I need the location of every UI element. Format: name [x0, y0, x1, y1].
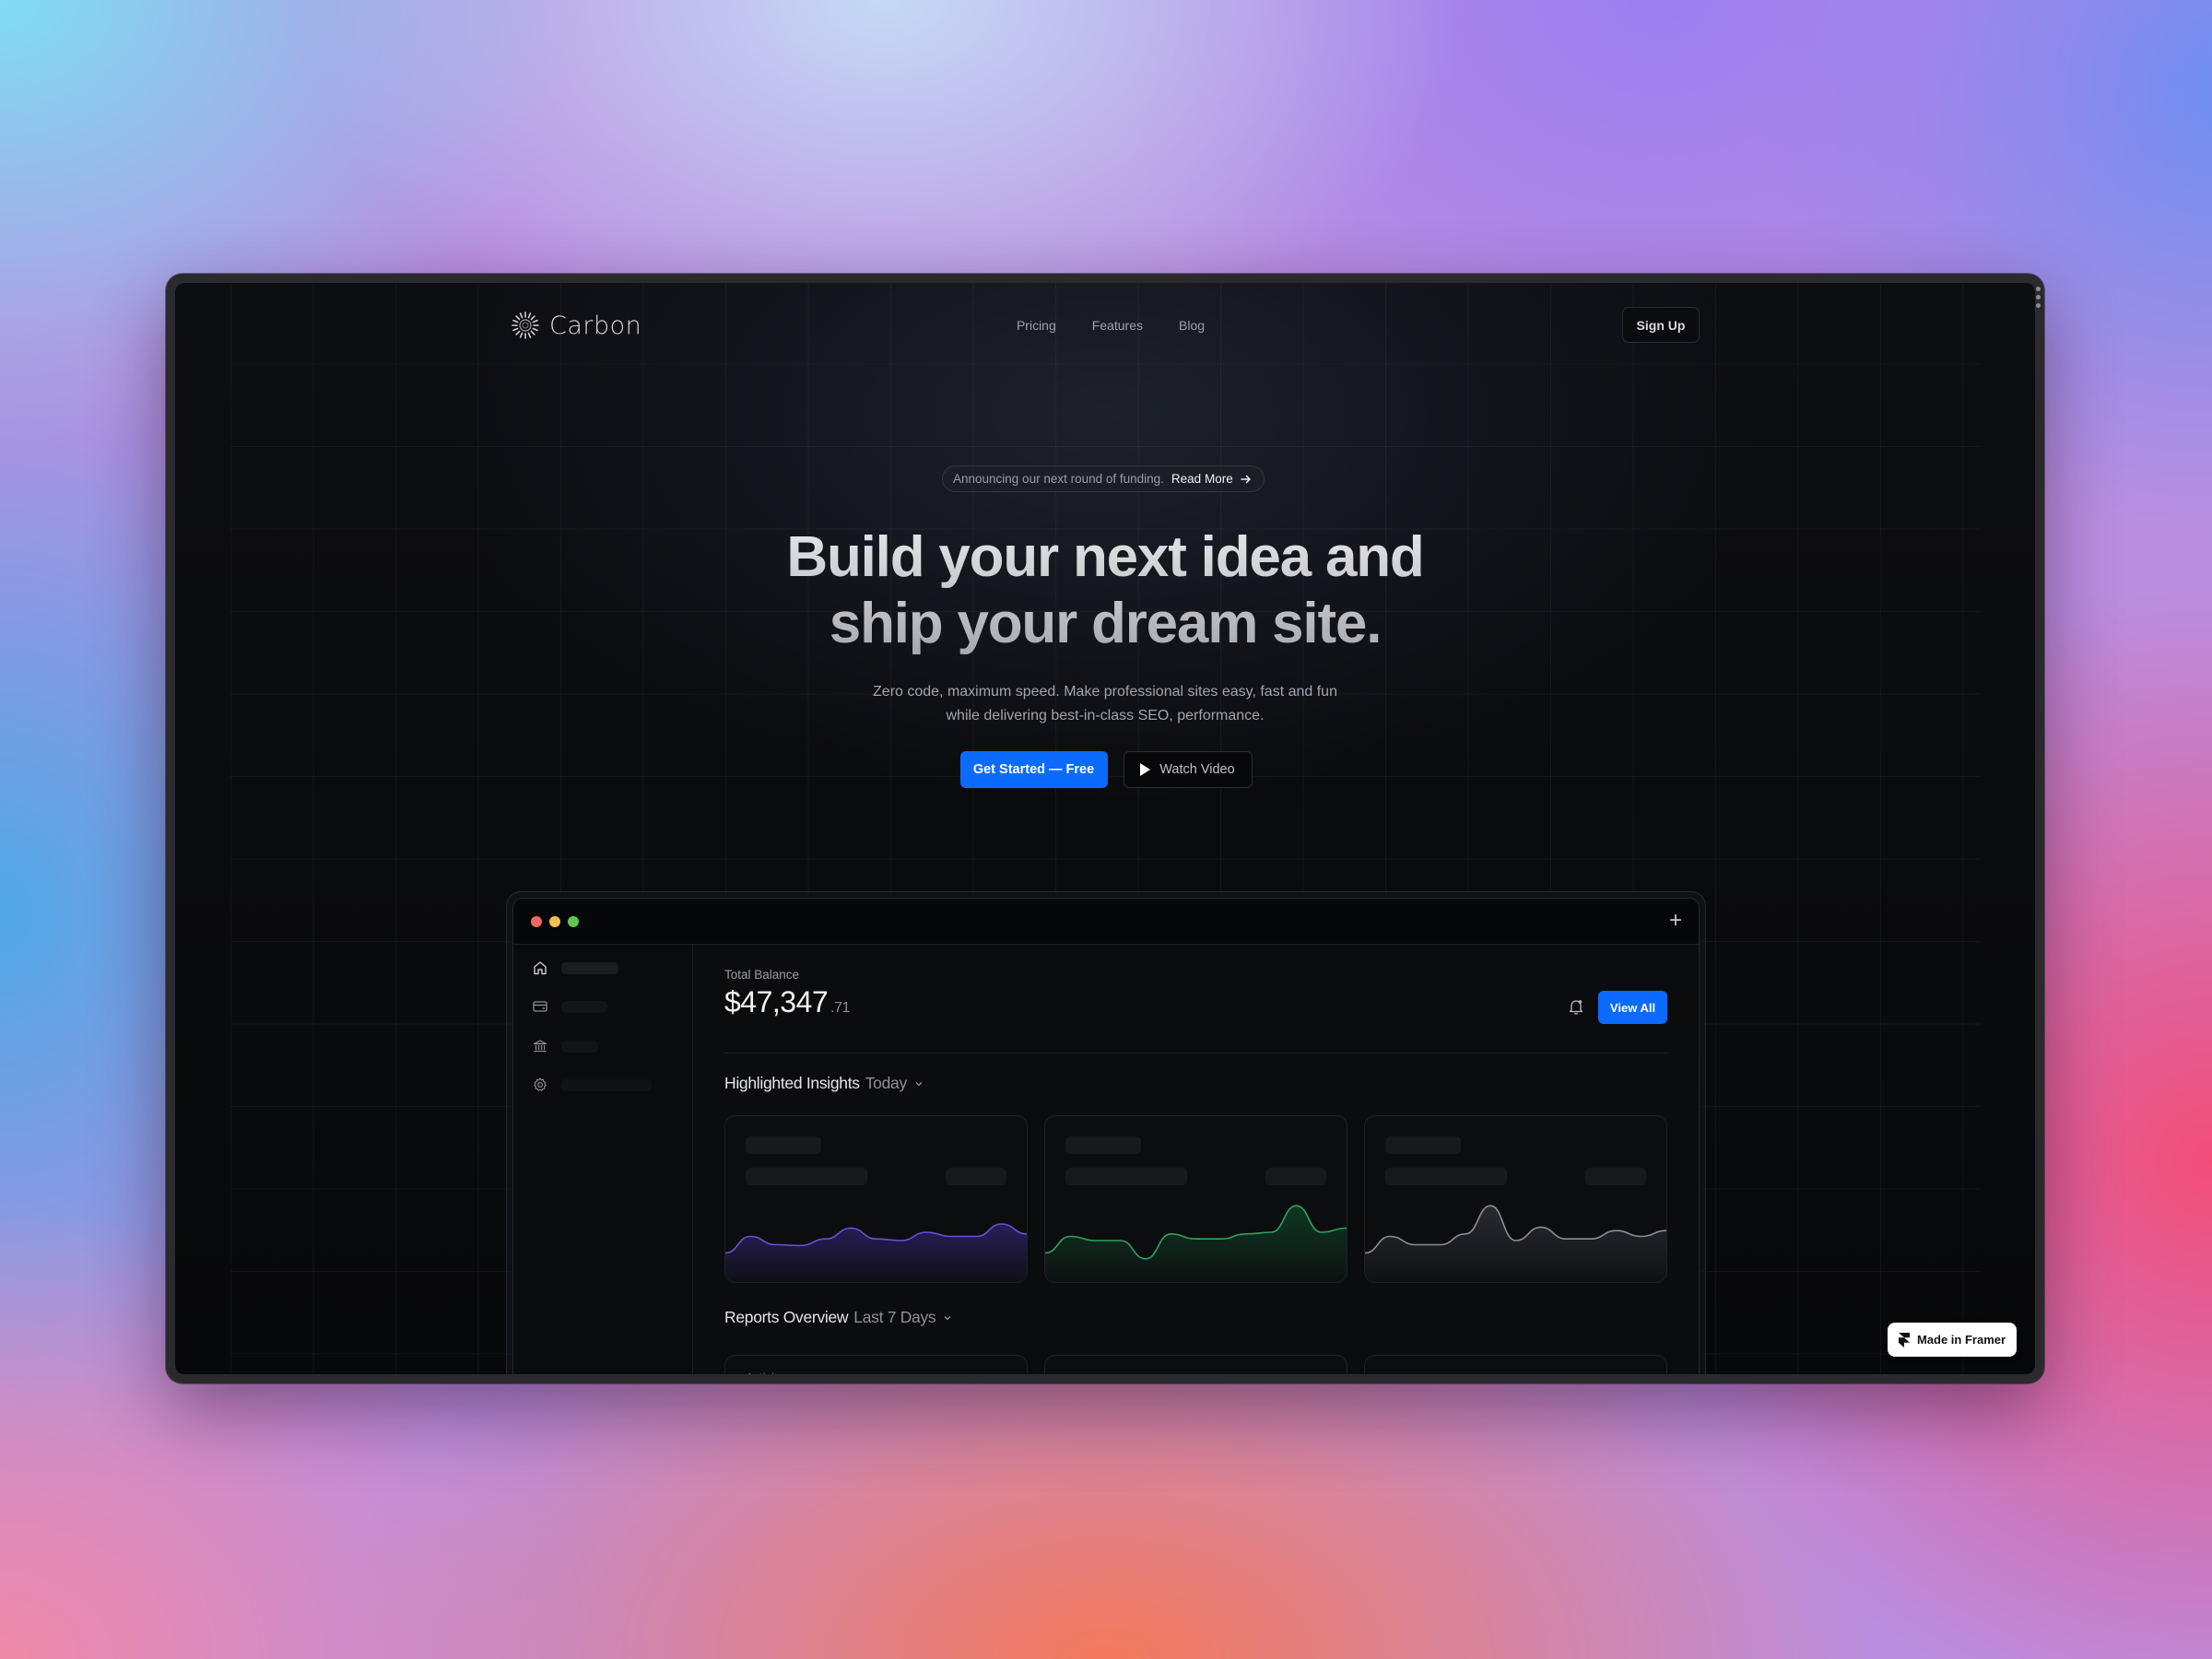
sign-up-button[interactable]: Sign Up	[1622, 307, 1700, 343]
insight-cards	[724, 1115, 1667, 1283]
badge-label: Made in Framer	[1916, 1333, 2006, 1347]
sparkline-area	[1045, 1206, 1347, 1282]
total-balance-value: $47,347 .71	[724, 985, 850, 1019]
nav-link-blog[interactable]: Blog	[1179, 318, 1205, 333]
hero-title-line-1: Build your next idea and	[786, 525, 1424, 589]
insight-card[interactable]	[724, 1115, 1028, 1283]
sidebar-label-placeholder	[561, 1040, 598, 1053]
report-card[interactable]	[1044, 1355, 1347, 1374]
sidebar-label-placeholder	[561, 1000, 607, 1013]
sidebar-item-bank[interactable]	[532, 1038, 598, 1054]
hero-title: Build your next idea and ship your dream…	[175, 524, 2035, 657]
hero-subtitle: Zero code, maximum speed. Make professio…	[175, 680, 2035, 728]
hero-subtitle-line-1: Zero code, maximum speed. Make professio…	[873, 684, 1337, 700]
reports-header: Reports Overview Last 7 Days	[724, 1308, 952, 1327]
insights-period-label: Today	[865, 1074, 908, 1092]
dashboard-main: Total Balance $47,347 .71 View All Highl…	[693, 945, 1699, 1374]
reports-period-label: Last 7 Days	[853, 1308, 936, 1326]
announcement-pill: Announcing our next round of funding. Re…	[942, 465, 1265, 492]
website-viewport: Carbon Pricing Features Blog Sign Up Ann…	[175, 283, 2035, 1374]
sidebar-item-cards[interactable]	[532, 998, 607, 1015]
sidebar-label-placeholder	[561, 1078, 652, 1091]
insight-sparkline	[725, 1181, 1027, 1282]
card-title-placeholder	[1385, 1136, 1461, 1154]
watch-video-button[interactable]: Watch Video	[1123, 751, 1253, 788]
close-window-dot[interactable]	[531, 916, 542, 927]
bank-icon	[533, 1040, 547, 1053]
balance-whole: $47,347	[724, 985, 829, 1018]
window-controls	[531, 916, 579, 927]
made-in-framer-badge[interactable]: Made in Framer	[1888, 1323, 2017, 1357]
reports-title: Reports Overview	[724, 1308, 849, 1326]
play-icon	[1140, 763, 1151, 776]
hero-title-line-2: ship your dream site.	[829, 592, 1382, 655]
reports-period-dropdown[interactable]: Last 7 Days	[853, 1308, 952, 1327]
credit-card-icon	[533, 1001, 547, 1012]
card-title-placeholder	[1065, 1136, 1141, 1154]
bell-icon[interactable]	[1567, 997, 1585, 1016]
chevron-down-icon	[944, 1315, 951, 1320]
read-more-label: Read More	[1171, 472, 1233, 486]
sidebar-item-settings[interactable]	[532, 1077, 652, 1093]
home-icon	[534, 961, 547, 975]
framer-logo-icon	[1898, 1332, 1910, 1347]
plus-icon[interactable]: +	[1669, 910, 1682, 932]
dashboard-preview: + Total Balance $47,347 .71 View All Hig…	[506, 891, 1706, 1374]
insight-sparkline	[1045, 1181, 1347, 1282]
insights-header: Highlighted Insights Today	[724, 1074, 924, 1093]
report-card-activity[interactable]: Activity	[724, 1355, 1028, 1374]
read-more-link[interactable]: Read More	[1171, 472, 1252, 486]
cta-row: Get Started — Free Watch Video	[175, 751, 2035, 788]
hero-subtitle-line-2: while delivering best-in-class SEO, perf…	[946, 708, 1265, 724]
dashboard-sidebar	[513, 945, 693, 1374]
chevron-down-icon	[915, 1081, 923, 1086]
maximize-window-dot[interactable]	[568, 916, 579, 927]
balance-cents: .71	[830, 1000, 850, 1016]
insight-sparkline	[1365, 1181, 1666, 1282]
nav-links: Pricing Features Blog	[175, 318, 2035, 333]
top-nav: Carbon Pricing Features Blog Sign Up	[175, 301, 2035, 347]
sparkline-area	[725, 1224, 1027, 1282]
window-titlebar: +	[513, 899, 1699, 945]
gear-icon	[534, 1077, 547, 1091]
total-balance-label: Total Balance	[724, 968, 800, 982]
dashboard-window: + Total Balance $47,347 .71 View All Hig…	[512, 898, 1700, 1374]
watch-video-label: Watch Video	[1159, 762, 1235, 777]
report-card-label: Activity	[746, 1371, 783, 1374]
sidebar-label-placeholder	[561, 961, 618, 974]
insight-card[interactable]	[1364, 1115, 1667, 1283]
report-card[interactable]	[1364, 1355, 1667, 1374]
nav-link-pricing[interactable]: Pricing	[1017, 318, 1056, 333]
card-title-placeholder	[746, 1136, 821, 1154]
nav-link-features[interactable]: Features	[1092, 318, 1143, 333]
minimize-window-dot[interactable]	[549, 916, 560, 927]
announcement-text: Announcing our next round of funding.	[953, 472, 1164, 486]
arrow-right-icon	[1240, 475, 1251, 483]
sidebar-item-home[interactable]	[532, 959, 618, 976]
insights-period-dropdown[interactable]: Today	[865, 1074, 924, 1093]
insight-card[interactable]	[1044, 1115, 1347, 1283]
get-started-button[interactable]: Get Started — Free	[959, 751, 1108, 788]
report-cards: Activity	[724, 1355, 1667, 1374]
view-all-button[interactable]: View All	[1598, 991, 1667, 1024]
insights-title: Highlighted Insights	[724, 1074, 860, 1092]
browser-frame: Carbon Pricing Features Blog Sign Up Ann…	[166, 274, 2044, 1383]
more-options-icon[interactable]	[2036, 287, 2041, 308]
